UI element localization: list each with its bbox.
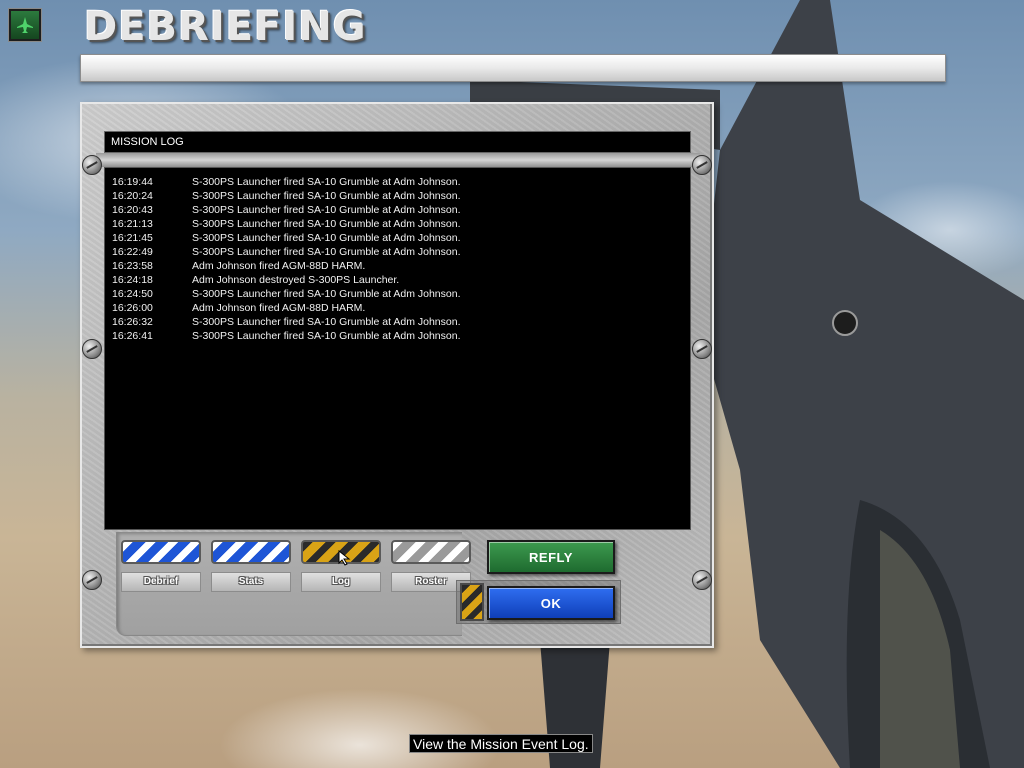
- jet-plane-icon: [17, 17, 33, 33]
- tab-roster-stripe[interactable]: [391, 540, 471, 564]
- bolt-icon: [82, 155, 102, 175]
- mission-log-header: MISSION LOG: [104, 131, 691, 153]
- tab-stats-stripe[interactable]: [211, 540, 291, 564]
- log-entry-message: S-300PS Launcher fired SA-10 Grumble at …: [192, 330, 461, 342]
- bolt-icon: [82, 570, 102, 590]
- log-entry-time: 16:23:58: [112, 260, 153, 272]
- hazard-stripe-icon: [460, 583, 484, 621]
- page-title: DEBRIEFING: [84, 4, 367, 50]
- log-entry-message: S-300PS Launcher fired SA-10 Grumble at …: [192, 232, 461, 244]
- log-entry: 16:26:00 Adm Johnson fired AGM-88D HARM.: [112, 301, 690, 315]
- bolt-icon: [82, 339, 102, 359]
- log-entry-message: S-300PS Launcher fired SA-10 Grumble at …: [192, 190, 461, 202]
- log-entry-time: 16:24:18: [112, 274, 153, 286]
- log-entry: 16:20:43 S-300PS Launcher fired SA-10 Gru…: [112, 203, 690, 217]
- log-entry-time: 16:26:00: [112, 302, 153, 314]
- log-entry-message: S-300PS Launcher fired SA-10 Grumble at …: [192, 316, 461, 328]
- log-entry: 16:23:58 Adm Johnson fired AGM-88D HARM.: [112, 259, 690, 273]
- status-tooltip: View the Mission Event Log.: [409, 734, 593, 753]
- log-entry-time: 16:22:49: [112, 246, 153, 258]
- ok-button[interactable]: OK: [487, 586, 615, 620]
- log-entry-message: S-300PS Launcher fired SA-10 Grumble at …: [192, 246, 461, 258]
- log-entry-time: 16:20:43: [112, 204, 153, 216]
- log-entry-message: Adm Johnson destroyed S-300PS Launcher.: [192, 274, 400, 286]
- bolt-icon: [692, 570, 712, 590]
- log-entry-time: 16:19:44: [112, 176, 153, 188]
- log-entry-time: 16:26:32: [112, 316, 153, 328]
- bolt-icon: [692, 155, 712, 175]
- log-entry-time: 16:21:45: [112, 232, 153, 244]
- log-entry-time: 16:26:41: [112, 330, 153, 342]
- log-entry-message: S-300PS Launcher fired SA-10 Grumble at …: [192, 176, 461, 188]
- tab-log[interactable]: Log: [301, 572, 381, 592]
- log-entry-message: Adm Johnson fired AGM-88D HARM.: [192, 302, 366, 314]
- arrow-cursor-icon: [338, 550, 351, 566]
- log-entry: 16:21:45 S-300PS Launcher fired SA-10 Gru…: [112, 231, 690, 245]
- tab-stats[interactable]: Stats: [211, 572, 291, 592]
- tab-debrief[interactable]: Debrief: [121, 572, 201, 592]
- log-entry-message: S-300PS Launcher fired SA-10 Grumble at …: [192, 204, 461, 216]
- home-button[interactable]: [8, 8, 42, 42]
- mission-log-list[interactable]: 16:19:44 S-300PS Launcher fired SA-10 Gru…: [104, 167, 691, 530]
- log-entry: 16:21:13 S-300PS Launcher fired SA-10 Gru…: [112, 217, 690, 231]
- bolt-icon: [692, 339, 712, 359]
- log-entry-message: S-300PS Launcher fired SA-10 Grumble at …: [192, 288, 461, 300]
- log-entry-message: S-300PS Launcher fired SA-10 Grumble at …: [192, 218, 461, 230]
- log-entry: 16:26:32 S-300PS Launcher fired SA-10 Gru…: [112, 315, 690, 329]
- log-entry-time: 16:20:24: [112, 190, 153, 202]
- log-entry-time: 16:21:13: [112, 218, 153, 230]
- log-entry-time: 16:24:50: [112, 288, 153, 300]
- log-entry: 16:22:49 S-300PS Launcher fired SA-10 Gru…: [112, 245, 690, 259]
- title-bar: [80, 54, 946, 82]
- refly-button[interactable]: REFLY: [487, 540, 615, 574]
- log-entry-message: Adm Johnson fired AGM-88D HARM.: [192, 260, 366, 272]
- log-entry: 16:20:24 S-300PS Launcher fired SA-10 Gru…: [112, 189, 690, 203]
- log-entry: 16:26:41 S-300PS Launcher fired SA-10 Gru…: [112, 329, 690, 343]
- log-entry: 16:24:18 Adm Johnson destroyed S-300PS La…: [112, 273, 690, 287]
- tab-debrief-stripe[interactable]: [121, 540, 201, 564]
- log-entry: 16:19:44 S-300PS Launcher fired SA-10 Gru…: [112, 175, 690, 189]
- log-entry: 16:24:50 S-300PS Launcher fired SA-10 Gru…: [112, 287, 690, 301]
- log-rail-divider: [96, 153, 700, 167]
